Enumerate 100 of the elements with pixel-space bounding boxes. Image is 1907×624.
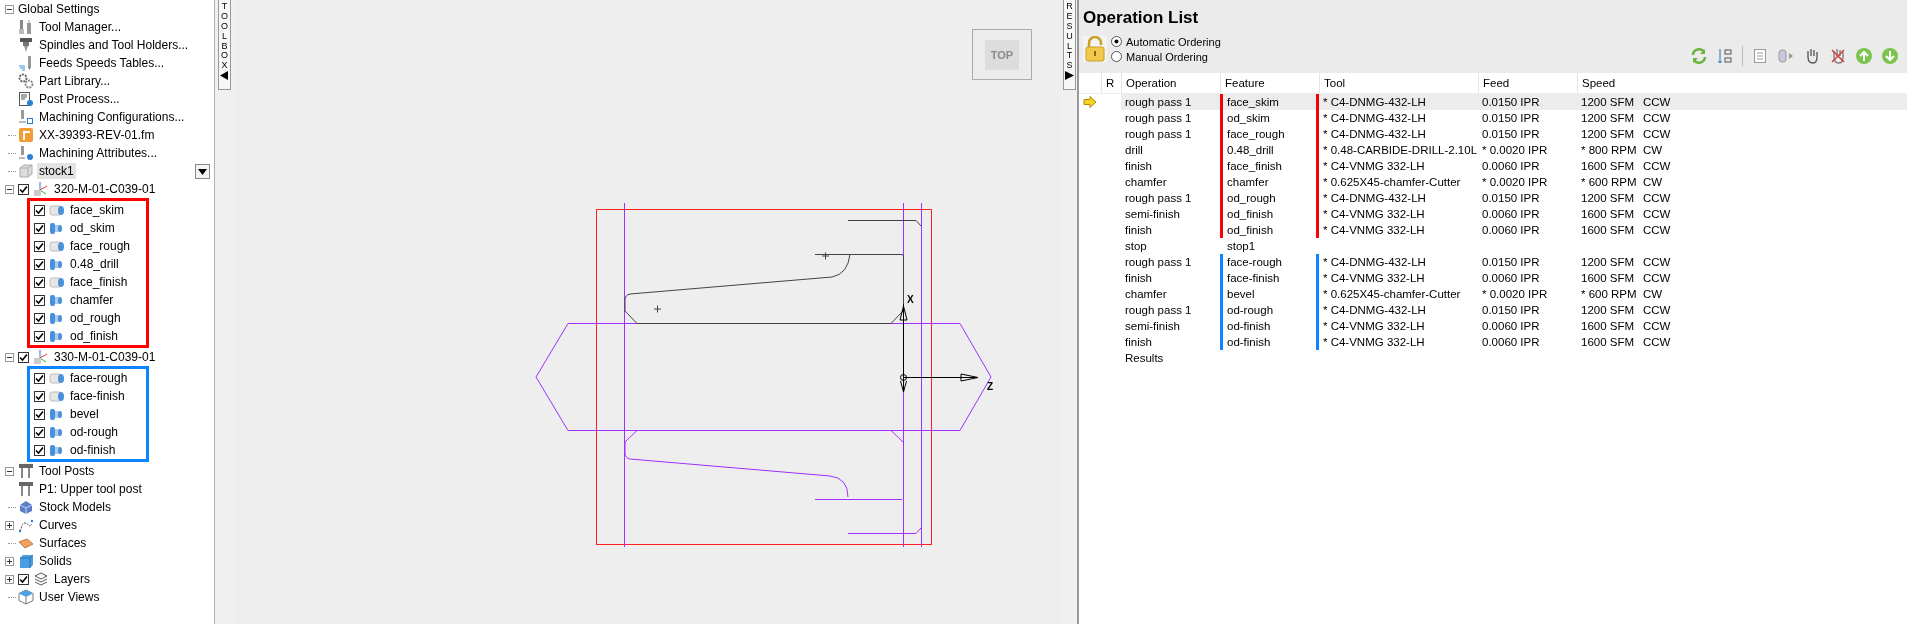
tree-item[interactable]: stock1 (37, 163, 76, 179)
table-row[interactable]: chamfer bevel * 0.625X45-chamfer-Cutter * 0.0020 IPR * 600 RPM CW (1079, 286, 1907, 302)
tree-item[interactable]: od_skim (68, 220, 117, 236)
tree-item[interactable]: Curves (37, 517, 79, 533)
checkbox[interactable] (34, 204, 45, 216)
checkbox[interactable] (34, 426, 45, 438)
tree-item[interactable]: face_finish (68, 274, 130, 290)
table-row[interactable]: finish od_finish * C4-VNMG 332-LH 0.0060 IPR 1600 SFM CCW (1079, 222, 1907, 238)
checkbox[interactable] (34, 444, 45, 456)
column-header[interactable]: Operation (1121, 73, 1220, 93)
dropdown-button[interactable] (195, 163, 210, 179)
tree-item[interactable]: 330-M-01-C039-01 (52, 349, 158, 365)
tree-item[interactable]: Machining Attributes... (37, 145, 160, 161)
tool-post-icon (18, 481, 34, 497)
checkbox[interactable] (34, 258, 45, 270)
radio-label[interactable]: Automatic Ordering (1126, 35, 1221, 48)
radio-button[interactable] (1111, 51, 1122, 62)
tree-item[interactable]: face-rough (68, 370, 130, 386)
axis-label: X (907, 294, 914, 305)
table-cell-text: CW (1642, 175, 1664, 190)
list-icon[interactable] (1751, 47, 1769, 65)
checkbox[interactable] (34, 408, 45, 420)
table-row[interactable]: finish od-finish * C4-VNMG 332-LH 0.0060 IPR 1600 SFM CCW (1079, 334, 1907, 350)
table-row[interactable]: chamfer chamfer * 0.625X45-chamfer-Cutter * 0.0020 IPR * 600 RPM CW (1079, 174, 1907, 190)
tree-item[interactable]: P1: Upper tool post (37, 481, 144, 497)
table-row[interactable]: semi-finish od_finish * C4-VNMG 332-LH 0.0060 IPR 1600 SFM CCW (1079, 206, 1907, 222)
tree-item[interactable]: User Views (37, 589, 102, 605)
checkbox[interactable] (34, 330, 45, 342)
tree-item[interactable]: XX-39393-REV-01.fm (37, 127, 157, 143)
checkbox[interactable] (34, 390, 45, 402)
checkbox[interactable] (34, 372, 45, 384)
table-row[interactable]: drill 0.48_drill * 0.48-CARBIDE-DRILL-2.10L * 0.0020 IPR * 800 RPM CW (1079, 142, 1907, 158)
column-header[interactable]: Feed (1478, 73, 1577, 93)
column-header[interactable]: Speed (1577, 73, 1639, 93)
tree-item[interactable]: Spindles and Tool Holders... (37, 37, 191, 53)
tree-item[interactable]: bevel (68, 406, 101, 422)
table-row[interactable]: rough pass 1 od-rough * C4-DNMG-432-LH 0.0150 IPR 1200 SFM CCW (1079, 302, 1907, 318)
tree-item[interactable]: 320-M-01-C039-01 (52, 181, 158, 197)
table-cell-text: CCW (1642, 111, 1672, 126)
file-icon (18, 127, 34, 143)
expand-toggle[interactable] (4, 184, 14, 194)
tree-item[interactable]: Layers (52, 571, 93, 587)
expand-toggle[interactable] (4, 466, 14, 476)
tree-item[interactable]: Tool Posts (37, 463, 97, 479)
tree-item[interactable]: Part Library... (37, 73, 113, 89)
expand-toggle[interactable] (4, 556, 14, 566)
feature-icon (49, 310, 65, 326)
tree-item[interactable]: od_finish (68, 328, 121, 344)
column-header[interactable]: Feature (1220, 73, 1319, 93)
tree-item[interactable]: chamfer (68, 292, 116, 308)
tree-item[interactable]: Feeds Speeds Tables... (37, 55, 167, 71)
expand-toggle[interactable] (4, 520, 14, 530)
sort-icon[interactable] (1716, 47, 1734, 65)
table-row[interactable]: finish face-finish * C4-VNMG 332-LH 0.0060 IPR 1600 SFM CCW (1079, 270, 1907, 286)
table-cell-text: CCW (1642, 271, 1672, 286)
tree-item[interactable]: face-finish (68, 388, 127, 404)
checkbox[interactable] (34, 222, 45, 234)
tree-item[interactable]: Solids (37, 553, 74, 569)
tree-item[interactable]: face_skim (68, 202, 127, 218)
checkbox[interactable] (34, 276, 45, 288)
table-row[interactable]: rough pass 1 od_skim * C4-DNMG-432-LH 0.0150 IPR 1200 SFM CCW (1079, 110, 1907, 126)
radio-label[interactable]: Manual Ordering (1126, 50, 1208, 63)
hand-crossed-icon[interactable] (1829, 47, 1847, 65)
expand-toggle[interactable] (4, 574, 14, 584)
table-row[interactable]: finish face_finish * C4-VNMG 332-LH 0.0060 IPR 1600 SFM CCW (1079, 158, 1907, 174)
tree-item[interactable]: od_rough (68, 310, 123, 326)
table-cell-text: * C4-VNMG 332-LH (1322, 319, 1426, 334)
table-row[interactable]: rough pass 1 od_rough * C4-DNMG-432-LH 0.0150 IPR 1200 SFM CCW (1079, 190, 1907, 206)
table-row[interactable]: rough pass 1 face_rough * C4-DNMG-432-LH 0.0150 IPR 1200 SFM CCW (1079, 126, 1907, 142)
tree-item[interactable]: 0.48_drill (68, 256, 121, 272)
tree-item[interactable]: Stock Models (37, 499, 114, 515)
tree-item[interactable]: Machining Configurations... (37, 109, 187, 125)
results-tab[interactable]: RESULTS (1063, 0, 1076, 90)
table-cell-text: finish (1124, 335, 1153, 350)
table-cell: CCW (1639, 94, 1907, 110)
checkbox[interactable] (18, 573, 29, 585)
table-row[interactable]: stop stop1 (1079, 238, 1907, 254)
radio-button[interactable] (1111, 36, 1122, 47)
checkbox[interactable] (18, 183, 29, 195)
column-header[interactable]: R (1101, 73, 1121, 93)
toolbox-tab[interactable]: TOOLBOX (218, 0, 231, 90)
checkbox[interactable] (34, 240, 45, 252)
column-header[interactable]: Tool (1319, 73, 1478, 93)
checkbox[interactable] (34, 294, 45, 306)
table-row[interactable]: Results (1079, 350, 1907, 366)
expand-toggle[interactable] (4, 352, 14, 362)
tree-item[interactable]: od-rough (68, 424, 121, 440)
checkbox[interactable] (18, 351, 29, 363)
table-row[interactable]: semi-finish od-finish * C4-VNMG 332-LH 0.0060 IPR 1600 SFM CCW (1079, 318, 1907, 334)
tree-item[interactable]: Surfaces (37, 535, 89, 551)
table-row[interactable]: rough pass 1 face_skim * C4-DNMG-432-LH 0.0150 IPR 1200 SFM CCW (1079, 94, 1907, 110)
expand-toggle[interactable] (4, 4, 14, 14)
tree-item[interactable]: Tool Manager... (37, 19, 124, 35)
tree-item[interactable]: Post Process... (37, 91, 122, 107)
checkbox[interactable] (34, 312, 45, 324)
tree-item[interactable]: face_rough (68, 238, 133, 254)
table-cell-text: rough pass 1 (1124, 111, 1193, 126)
table-row[interactable]: rough pass 1 face-rough * C4-DNMG-432-LH 0.0150 IPR 1200 SFM CCW (1079, 254, 1907, 270)
tree-item[interactable]: od-finish (68, 442, 118, 458)
tree-item[interactable]: Global Settings (16, 1, 102, 17)
